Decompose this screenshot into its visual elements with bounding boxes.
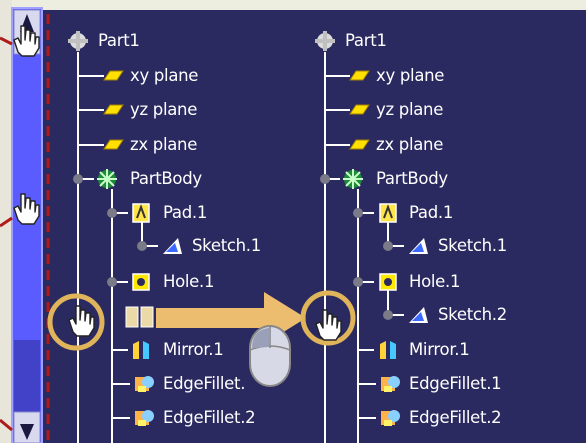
tree-node-sketch2[interactable]: Sketch.2 (438, 305, 507, 325)
top-page-strip (0, 0, 586, 10)
edge-fillet-icon (135, 376, 154, 392)
mouse-icon (249, 325, 291, 387)
tree-node-hole[interactable]: Hole.1 (163, 272, 214, 292)
tree-node-partbody[interactable]: PartBody (130, 169, 202, 189)
edge-fillet-icon (381, 376, 400, 392)
tree-node-part[interactable]: Part1 (98, 31, 140, 51)
hole-icon (132, 273, 150, 291)
plane-icon (349, 139, 370, 150)
sketch-icon (409, 238, 428, 254)
tree-node-sketch1[interactable]: Sketch.1 (438, 236, 507, 256)
tree-node-xy-plane[interactable]: xy plane (130, 66, 198, 86)
sketch-icon (163, 238, 182, 254)
body-icon (96, 168, 118, 190)
plane-icon (103, 70, 124, 81)
tree-node-zx-plane[interactable]: zx plane (376, 135, 443, 155)
sketch-icon (409, 307, 428, 323)
part-gear-icon (315, 31, 335, 51)
tree-node-part[interactable]: Part1 (345, 31, 387, 51)
plane-icon (103, 139, 124, 150)
left-tree-expanders[interactable] (73, 174, 147, 287)
tree-node-edgefillet1[interactable]: EdgeFillet.1 (409, 374, 502, 394)
tree-node-hole[interactable]: Hole.1 (409, 272, 460, 292)
tree-node-edgefillet2[interactable]: EdgeFillet.2 (163, 408, 256, 428)
edge-fillet-icon (135, 410, 154, 426)
right-tree-expanders[interactable] (320, 174, 393, 320)
hand-cursor-icon (315, 309, 342, 341)
hand-cursor-icon (68, 305, 95, 337)
plane-icon (103, 104, 124, 115)
part-gear-icon (68, 31, 88, 51)
tree-node-mirror[interactable]: Mirror.1 (409, 340, 470, 360)
dragged-sketch-ghost (125, 306, 154, 328)
mirror-icon (380, 341, 396, 359)
tree-node-yz-plane[interactable]: yz plane (376, 100, 443, 120)
tree-node-edgefillet2[interactable]: EdgeFillet.2 (409, 408, 502, 428)
tree-node-yz-plane[interactable]: yz plane (130, 100, 197, 120)
tree-node-zx-plane[interactable]: zx plane (130, 135, 197, 155)
tree-node-mirror[interactable]: Mirror.1 (163, 340, 224, 360)
body-icon (342, 168, 364, 190)
pad-icon (132, 203, 150, 223)
plane-icon (349, 104, 370, 115)
hole-icon (379, 273, 397, 291)
tree-node-edgefillet1[interactable]: EdgeFillet.1 (163, 374, 245, 394)
vertical-scrollbar[interactable] (11, 7, 43, 443)
edge-fillet-icon (381, 410, 400, 426)
plane-icon (349, 70, 370, 81)
tree-node-pad[interactable]: Pad.1 (163, 203, 207, 223)
pad-icon (379, 203, 397, 223)
mirror-icon (133, 341, 149, 359)
tree-node-pad[interactable]: Pad.1 (409, 203, 453, 223)
tree-node-xy-plane[interactable]: xy plane (376, 66, 444, 86)
tree-node-partbody[interactable]: PartBody (376, 169, 448, 189)
scroll-down-button[interactable] (13, 411, 41, 443)
tree-node-sketch1[interactable]: Sketch.1 (192, 236, 261, 256)
